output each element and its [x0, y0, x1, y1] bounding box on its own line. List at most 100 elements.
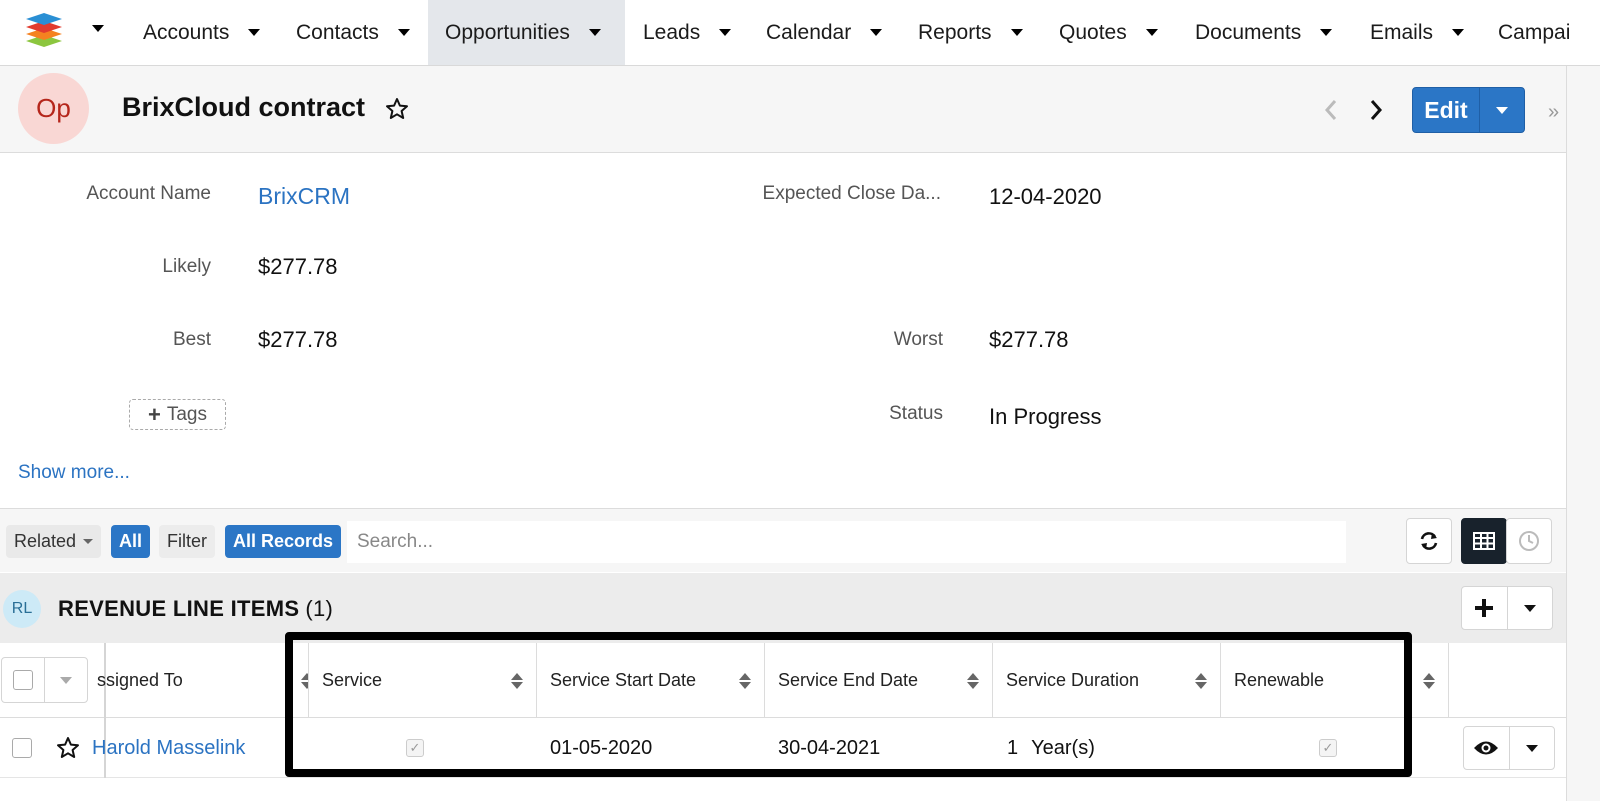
expected-close-date-value[interactable]: 12-04-2020: [989, 184, 1102, 210]
column-header-service-duration[interactable]: Service Duration: [993, 643, 1221, 718]
column-header-service-end-date[interactable]: Service End Date: [765, 643, 993, 718]
app-logo-icon[interactable]: [24, 11, 64, 47]
table-grid-icon: [1473, 532, 1495, 550]
nav-item-contacts[interactable]: Contacts: [296, 0, 410, 65]
best-value[interactable]: $277.78: [258, 327, 338, 353]
edit-actions-chevron-down-icon[interactable]: [1480, 88, 1524, 132]
edit-button[interactable]: Edit: [1413, 88, 1480, 132]
chevron-down-icon[interactable]: [248, 29, 261, 36]
row-favorite-star-icon[interactable]: [56, 718, 80, 778]
top-navigation: Accounts Contacts Opportunities Leads Ca…: [0, 0, 1600, 66]
service-checkbox: ✓: [406, 718, 424, 778]
nav-item-campaigns[interactable]: Campai: [1498, 0, 1600, 65]
nav-item-label: Opportunities: [445, 20, 570, 44]
assigned-to-link[interactable]: Harold Masselink: [92, 718, 282, 778]
check-icon: ✓: [406, 739, 424, 757]
nav-item-leads[interactable]: Leads: [643, 0, 732, 65]
show-more-link[interactable]: Show more...: [18, 462, 130, 484]
chevron-down-icon[interactable]: [588, 29, 601, 36]
chevron-down-icon[interactable]: [1320, 29, 1333, 36]
status-label: Status: [889, 403, 943, 424]
sort-icon: [739, 673, 751, 689]
nav-item-label: Leads: [643, 20, 701, 44]
account-name-link[interactable]: BrixCRM: [258, 183, 350, 210]
refresh-button[interactable]: [1406, 518, 1452, 564]
activity-stream-button[interactable]: [1506, 518, 1552, 564]
nav-item-opportunities[interactable]: Opportunities: [428, 0, 625, 65]
related-all-pill[interactable]: All: [111, 525, 151, 558]
list-view-button[interactable]: [1461, 518, 1507, 564]
add-tags-button[interactable]: + Tags: [129, 399, 226, 430]
next-record-chevron-right-icon[interactable]: [1365, 97, 1387, 128]
nav-item-emails[interactable]: Emails: [1370, 0, 1465, 65]
column-label: ssigned To: [97, 670, 183, 690]
subpanel-more-chevron-down-icon[interactable]: [1508, 587, 1553, 629]
column-label: Service Start Date: [550, 670, 697, 690]
status-value[interactable]: In Progress: [989, 404, 1102, 430]
filter-label[interactable]: Filter: [159, 525, 215, 558]
select-all-checkbox[interactable]: [2, 658, 45, 702]
eye-icon: [1474, 741, 1499, 755]
related-toolbar: Related All Filter All Records: [0, 508, 1566, 572]
mass-actions-chevron-down-icon[interactable]: [45, 658, 87, 702]
renewable-checkbox: ✓: [1319, 718, 1337, 778]
subpanel-count: (1): [305, 596, 334, 621]
column-label: Service End Date: [778, 670, 919, 690]
previous-record-chevron-left-icon[interactable]: [1320, 97, 1342, 128]
subpanel-title-text: REVENUE LINE ITEMS: [58, 596, 300, 621]
record-header: Op BrixCloud contract Edit »: [0, 66, 1566, 153]
sort-icon: [301, 673, 308, 689]
clock-icon: [1519, 531, 1539, 551]
nav-item-reports[interactable]: Reports: [918, 0, 1023, 65]
column-label: Service Duration: [1006, 670, 1140, 690]
chevron-down-icon: [83, 539, 94, 544]
column-header-service[interactable]: Service: [309, 643, 537, 718]
nav-item-calendar[interactable]: Calendar: [766, 0, 883, 65]
refresh-icon: [1420, 532, 1438, 550]
preview-button[interactable]: [1464, 727, 1510, 769]
logo-menu-chevron-down-icon[interactable]: [92, 25, 104, 32]
service-start-date-value: 01-05-2020: [550, 736, 653, 759]
nav-item-quotes[interactable]: Quotes: [1059, 0, 1158, 65]
row-actions: [1463, 726, 1555, 770]
nav-item-accounts[interactable]: Accounts: [143, 0, 261, 65]
nav-item-documents[interactable]: Documents: [1195, 0, 1333, 65]
chevron-down-icon[interactable]: [719, 29, 732, 36]
all-records-pill[interactable]: All Records: [225, 525, 342, 558]
chevron-down-icon[interactable]: [1010, 29, 1023, 36]
account-name-label: Account Name: [86, 183, 211, 204]
duration-number: 1: [1007, 736, 1019, 759]
mass-select-control: [1, 657, 88, 703]
related-label: Related: [14, 531, 77, 551]
page-title: BrixCloud contract: [122, 92, 366, 122]
nav-item-label: Campai: [1498, 20, 1571, 44]
module-avatar: Op: [18, 73, 89, 144]
favorite-star-icon[interactable]: [385, 97, 409, 126]
chevron-down-icon[interactable]: [1452, 29, 1465, 36]
assigned-to-value: Harold Masselink: [92, 736, 246, 759]
column-header-renewable[interactable]: Renewable: [1221, 643, 1449, 718]
subpanel-title[interactable]: REVENUE LINE ITEMS (1): [58, 596, 333, 622]
sort-icon: [511, 673, 523, 689]
chevron-down-icon[interactable]: [1145, 29, 1158, 36]
nav-item-label: Reports: [918, 20, 992, 44]
search-input[interactable]: [347, 521, 1346, 563]
column-header-assigned-to[interactable]: ssigned To: [92, 643, 309, 718]
chevron-down-icon[interactable]: [870, 29, 883, 36]
nav-item-label: Accounts: [143, 20, 230, 44]
best-label: Best: [172, 329, 211, 350]
sidebar-toggle-icon[interactable]: »: [1548, 101, 1559, 124]
expected-close-date-label: Expected Close Da...: [762, 183, 941, 204]
column-header-service-start-date[interactable]: Service Start Date: [537, 643, 765, 718]
sort-icon: [967, 673, 979, 689]
right-sidebar-collapsed: [1566, 66, 1600, 801]
create-record-button[interactable]: [1462, 587, 1508, 629]
column-label: Renewable: [1234, 670, 1325, 690]
worst-value[interactable]: $277.78: [989, 327, 1069, 353]
chevron-down-icon[interactable]: [397, 29, 410, 36]
related-dropdown[interactable]: Related: [6, 525, 102, 558]
row-checkbox[interactable]: [12, 718, 32, 778]
plus-icon: [1475, 599, 1494, 617]
row-actions-chevron-down-icon[interactable]: [1510, 727, 1555, 769]
likely-value[interactable]: $277.78: [258, 254, 338, 280]
